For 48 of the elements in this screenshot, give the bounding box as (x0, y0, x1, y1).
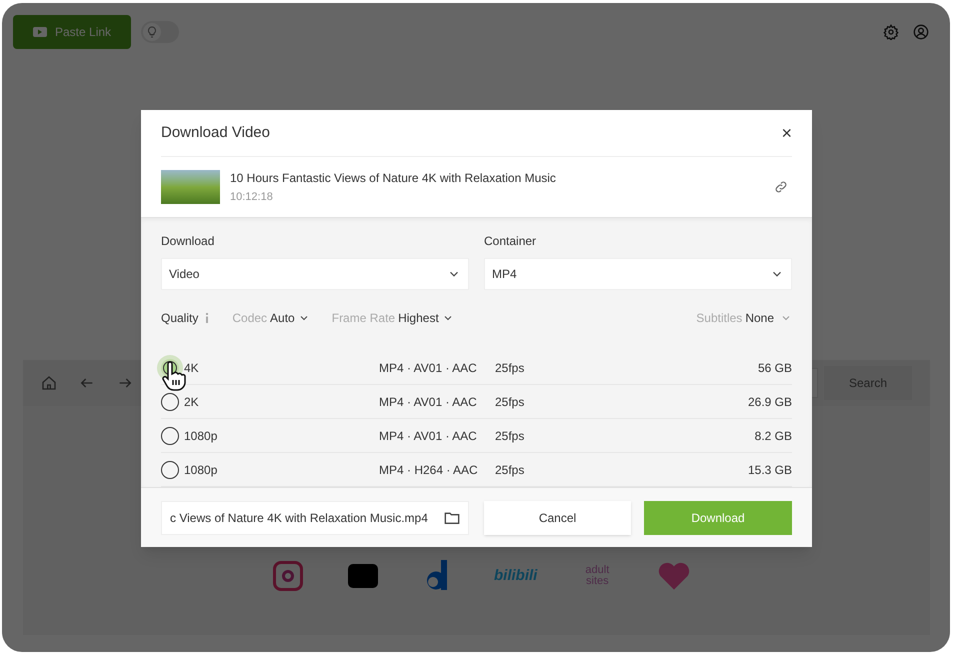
subtitles-dropdown[interactable]: Subtitles None (696, 309, 792, 327)
format-text: MP4 · AV01 · AAC (379, 360, 478, 376)
format-text: MP4 · H264 · AAC (379, 462, 479, 478)
video-thumbnail (161, 170, 220, 204)
format-text: MP4 · AV01 · AAC (379, 394, 478, 410)
size-text: 8.2 GB (754, 428, 792, 444)
fps-text: 25fps (495, 360, 526, 376)
home-icon[interactable] (41, 375, 57, 391)
size-text: 56 GB (758, 360, 792, 376)
link-icon[interactable] (774, 180, 788, 194)
quality-text: 4K (184, 360, 200, 376)
select-dropdown[interactable]: MP4 (484, 258, 792, 290)
television-icon[interactable] (348, 564, 378, 588)
light-bulb-icon (146, 26, 158, 38)
filename-field[interactable]: c Views of Nature 4K with Relaxation Music.mp4 (161, 500, 469, 534)
info-icon[interactable] (204, 313, 210, 323)
radio-button[interactable] (161, 392, 179, 410)
dialog-title: Download Video (161, 122, 271, 143)
format-text: MP4 · AV01 · AAC (379, 428, 478, 444)
quality-text: 1080p (184, 428, 218, 444)
radio-button[interactable] (161, 426, 179, 444)
user-icon[interactable] (913, 24, 929, 40)
heart-icon[interactable] (657, 561, 692, 591)
size-text: 26.9 GB (748, 394, 792, 410)
select-dropdown[interactable]: Video (161, 258, 469, 290)
play-icon (33, 27, 47, 37)
fps-text: 25fps (495, 394, 526, 410)
filter-dropdown[interactable]: Frame Rate Highest (332, 309, 454, 327)
video-title: 10 Hours Fantastic Views of Nature 4K with Relaxation Music (230, 170, 557, 187)
fps-text: 25fps (495, 428, 526, 444)
folder-icon[interactable] (444, 510, 460, 524)
quality-text: 2K (184, 394, 200, 410)
filter-dropdown[interactable]: Codec Auto (232, 309, 310, 327)
video-duration: 10:12:18 (230, 190, 274, 205)
fps-text: 25fps (495, 462, 526, 478)
settings-icon[interactable] (883, 24, 899, 40)
radio-button[interactable] (161, 460, 179, 478)
format-row[interactable]: 1080p MP4 · AV01 · AAC 25fps 8.2 GB (161, 419, 792, 453)
cancel-button[interactable]: Cancel (484, 500, 631, 534)
format-row[interactable]: 2K MP4 · AV01 · AAC 25fps 26.9 GB (161, 385, 792, 419)
size-text: 15.3 GB (748, 462, 792, 478)
instagram-logo-icon[interactable] (273, 561, 303, 591)
close-button[interactable]: × (781, 124, 792, 142)
quality-text: 1080p (184, 462, 218, 478)
light-toggle[interactable] (141, 21, 180, 43)
quality-label: Quality (161, 310, 198, 327)
field-label: Download (161, 233, 216, 250)
field-label: Container (484, 233, 538, 250)
